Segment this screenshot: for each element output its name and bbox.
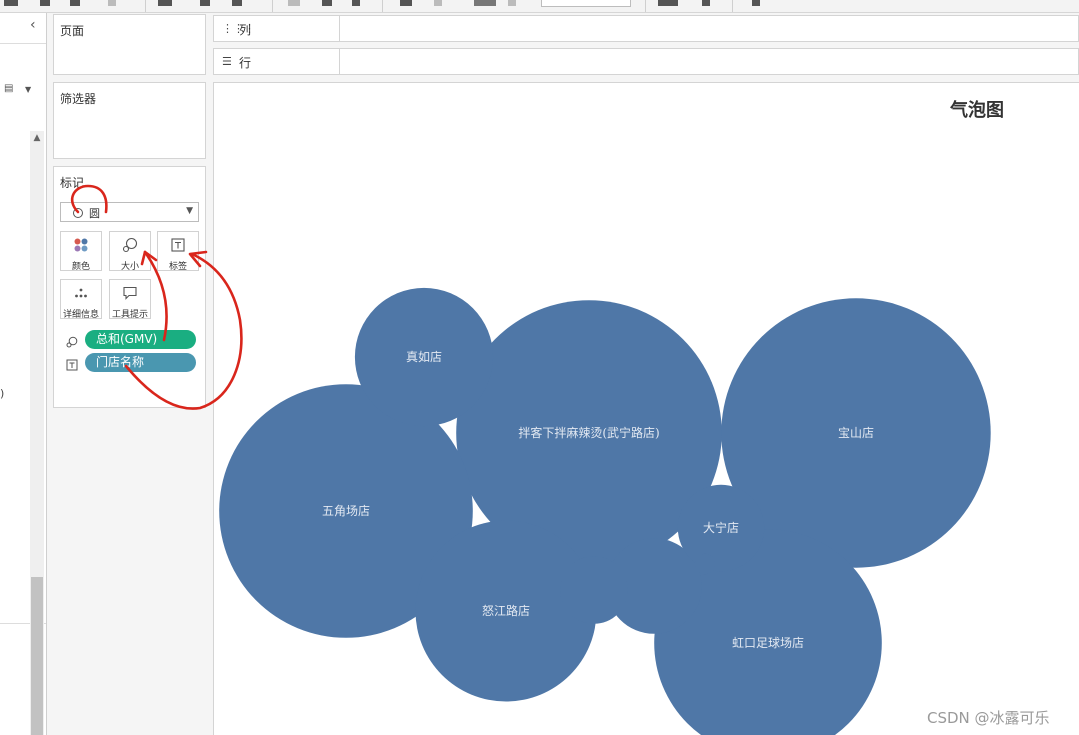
- bubble-label: 真如店: [406, 349, 442, 364]
- bubble-label: 拌客下拌麻辣烫(武宁路店): [518, 425, 659, 440]
- bubble-label: 宝山店: [838, 426, 874, 440]
- bubble-chart: 拌客下拌麻辣烫(武宁路店) 宝山店五角场店虹口足球场店 怒江路店 真如店大宁店: [219, 287, 991, 735]
- bubble-label: 怒江路店: [482, 603, 530, 618]
- watermark: CSDN @冰露可乐: [927, 709, 1050, 727]
- bubble-label: 虹口足球场店: [732, 636, 804, 650]
- bubble[interactable]: [694, 553, 716, 575]
- bubble-label: 大宁店: [703, 520, 739, 535]
- bubble[interactable]: [560, 556, 628, 624]
- bubble-label: 五角场店: [322, 504, 370, 518]
